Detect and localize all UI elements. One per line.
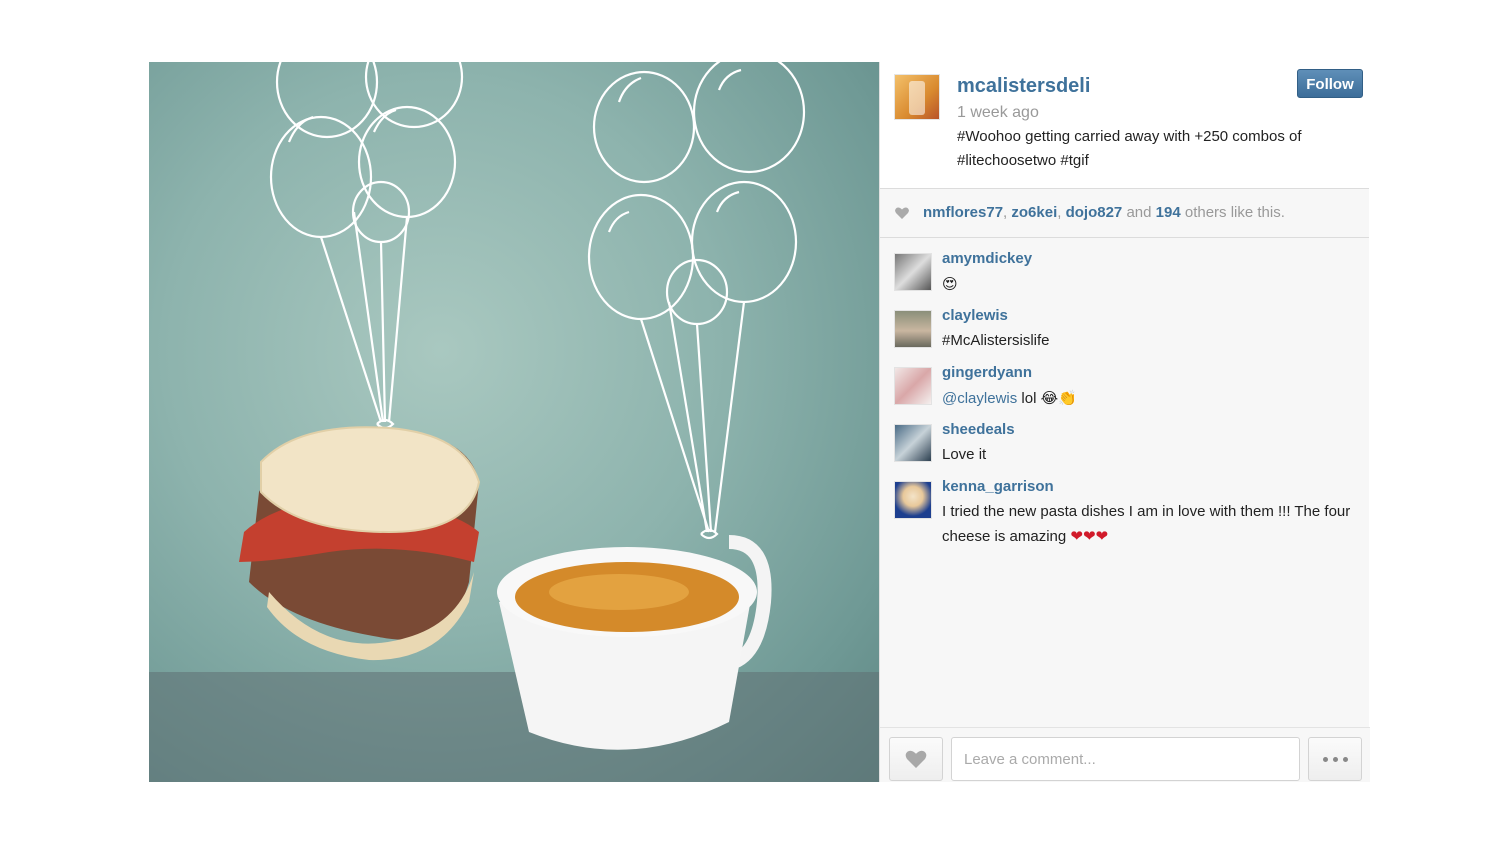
more-dots-icon	[1322, 756, 1328, 762]
commenter-avatar[interactable]	[894, 253, 932, 291]
comment-footer	[880, 727, 1370, 782]
comment-body: lol	[1017, 390, 1041, 407]
commenter-avatar[interactable]	[894, 424, 932, 462]
commenter-avatar[interactable]	[894, 367, 932, 405]
likes-count[interactable]: 194	[1156, 204, 1181, 221]
post-sidebar: mcalistersdeli 1 week ago #Woohoo gettin…	[879, 62, 1370, 782]
liker-link[interactable]: dojo827	[1066, 204, 1123, 221]
comment-text: #McAlistersislife	[942, 332, 1050, 349]
comment-body: I tried the new pasta dishes I am in lov…	[942, 503, 1351, 545]
likes-and: and	[1122, 204, 1156, 221]
post-photo[interactable]	[149, 62, 879, 782]
right-balloons	[587, 62, 806, 540]
comment-emoji: 😂👏	[1040, 389, 1077, 407]
likes-tail: others like this.	[1180, 204, 1285, 221]
more-options-button[interactable]	[1308, 737, 1362, 781]
commenter-username[interactable]: claylewis	[942, 307, 1008, 324]
left-balloons	[269, 62, 464, 430]
comment-input[interactable]	[951, 737, 1300, 781]
heart-icon	[895, 207, 909, 219]
commenter-username[interactable]: sheedeals	[942, 421, 1015, 438]
commenter-username[interactable]: kenna_garrison	[942, 478, 1054, 495]
comment-text: I tried the new pasta dishes I am in lov…	[942, 500, 1362, 549]
comment-emoji: ❤❤❤	[1070, 527, 1109, 545]
author-avatar[interactable]	[894, 74, 940, 120]
soup-cup-illustration	[497, 535, 772, 750]
commenter-username[interactable]: gingerdyann	[942, 364, 1032, 381]
more-dots-icon	[1342, 756, 1348, 762]
follow-button[interactable]: Follow	[1297, 69, 1363, 98]
comment-text: Love it	[942, 446, 987, 463]
liker-link[interactable]: nmflores77	[923, 204, 1003, 221]
post-photo-illustration	[149, 62, 879, 782]
likes-text: nmflores77, zo6kei, dojo827 and 194 othe…	[923, 204, 1285, 221]
comment-text: 😍	[942, 275, 958, 293]
post-caption: #Woohoo getting carried away with +250 c…	[957, 128, 1302, 169]
instagram-post: mcalistersdeli 1 week ago #Woohoo gettin…	[149, 62, 1370, 782]
author-username[interactable]: mcalistersdeli	[957, 75, 1090, 98]
liker-link[interactable]: zo6kei	[1011, 204, 1057, 221]
commenter-avatar[interactable]	[894, 310, 932, 348]
sandwich-illustration	[239, 426, 481, 661]
likes-summary: nmflores77, zo6kei, dojo827 and 194 othe…	[880, 189, 1369, 238]
more-dots-icon	[1332, 756, 1338, 762]
post-timestamp[interactable]: 1 week ago	[957, 104, 1039, 122]
likes-separator: ,	[1057, 204, 1066, 221]
table-surface	[149, 672, 879, 782]
commenter-username[interactable]: amymdickey	[942, 250, 1032, 267]
post-header: mcalistersdeli 1 week ago #Woohoo gettin…	[880, 62, 1369, 189]
heart-icon	[905, 750, 927, 768]
like-button[interactable]	[889, 737, 943, 781]
comment-mention[interactable]: @claylewis	[942, 390, 1017, 407]
commenter-avatar[interactable]	[894, 481, 932, 519]
comment-text: @claylewis lol 😂👏	[942, 386, 1362, 411]
